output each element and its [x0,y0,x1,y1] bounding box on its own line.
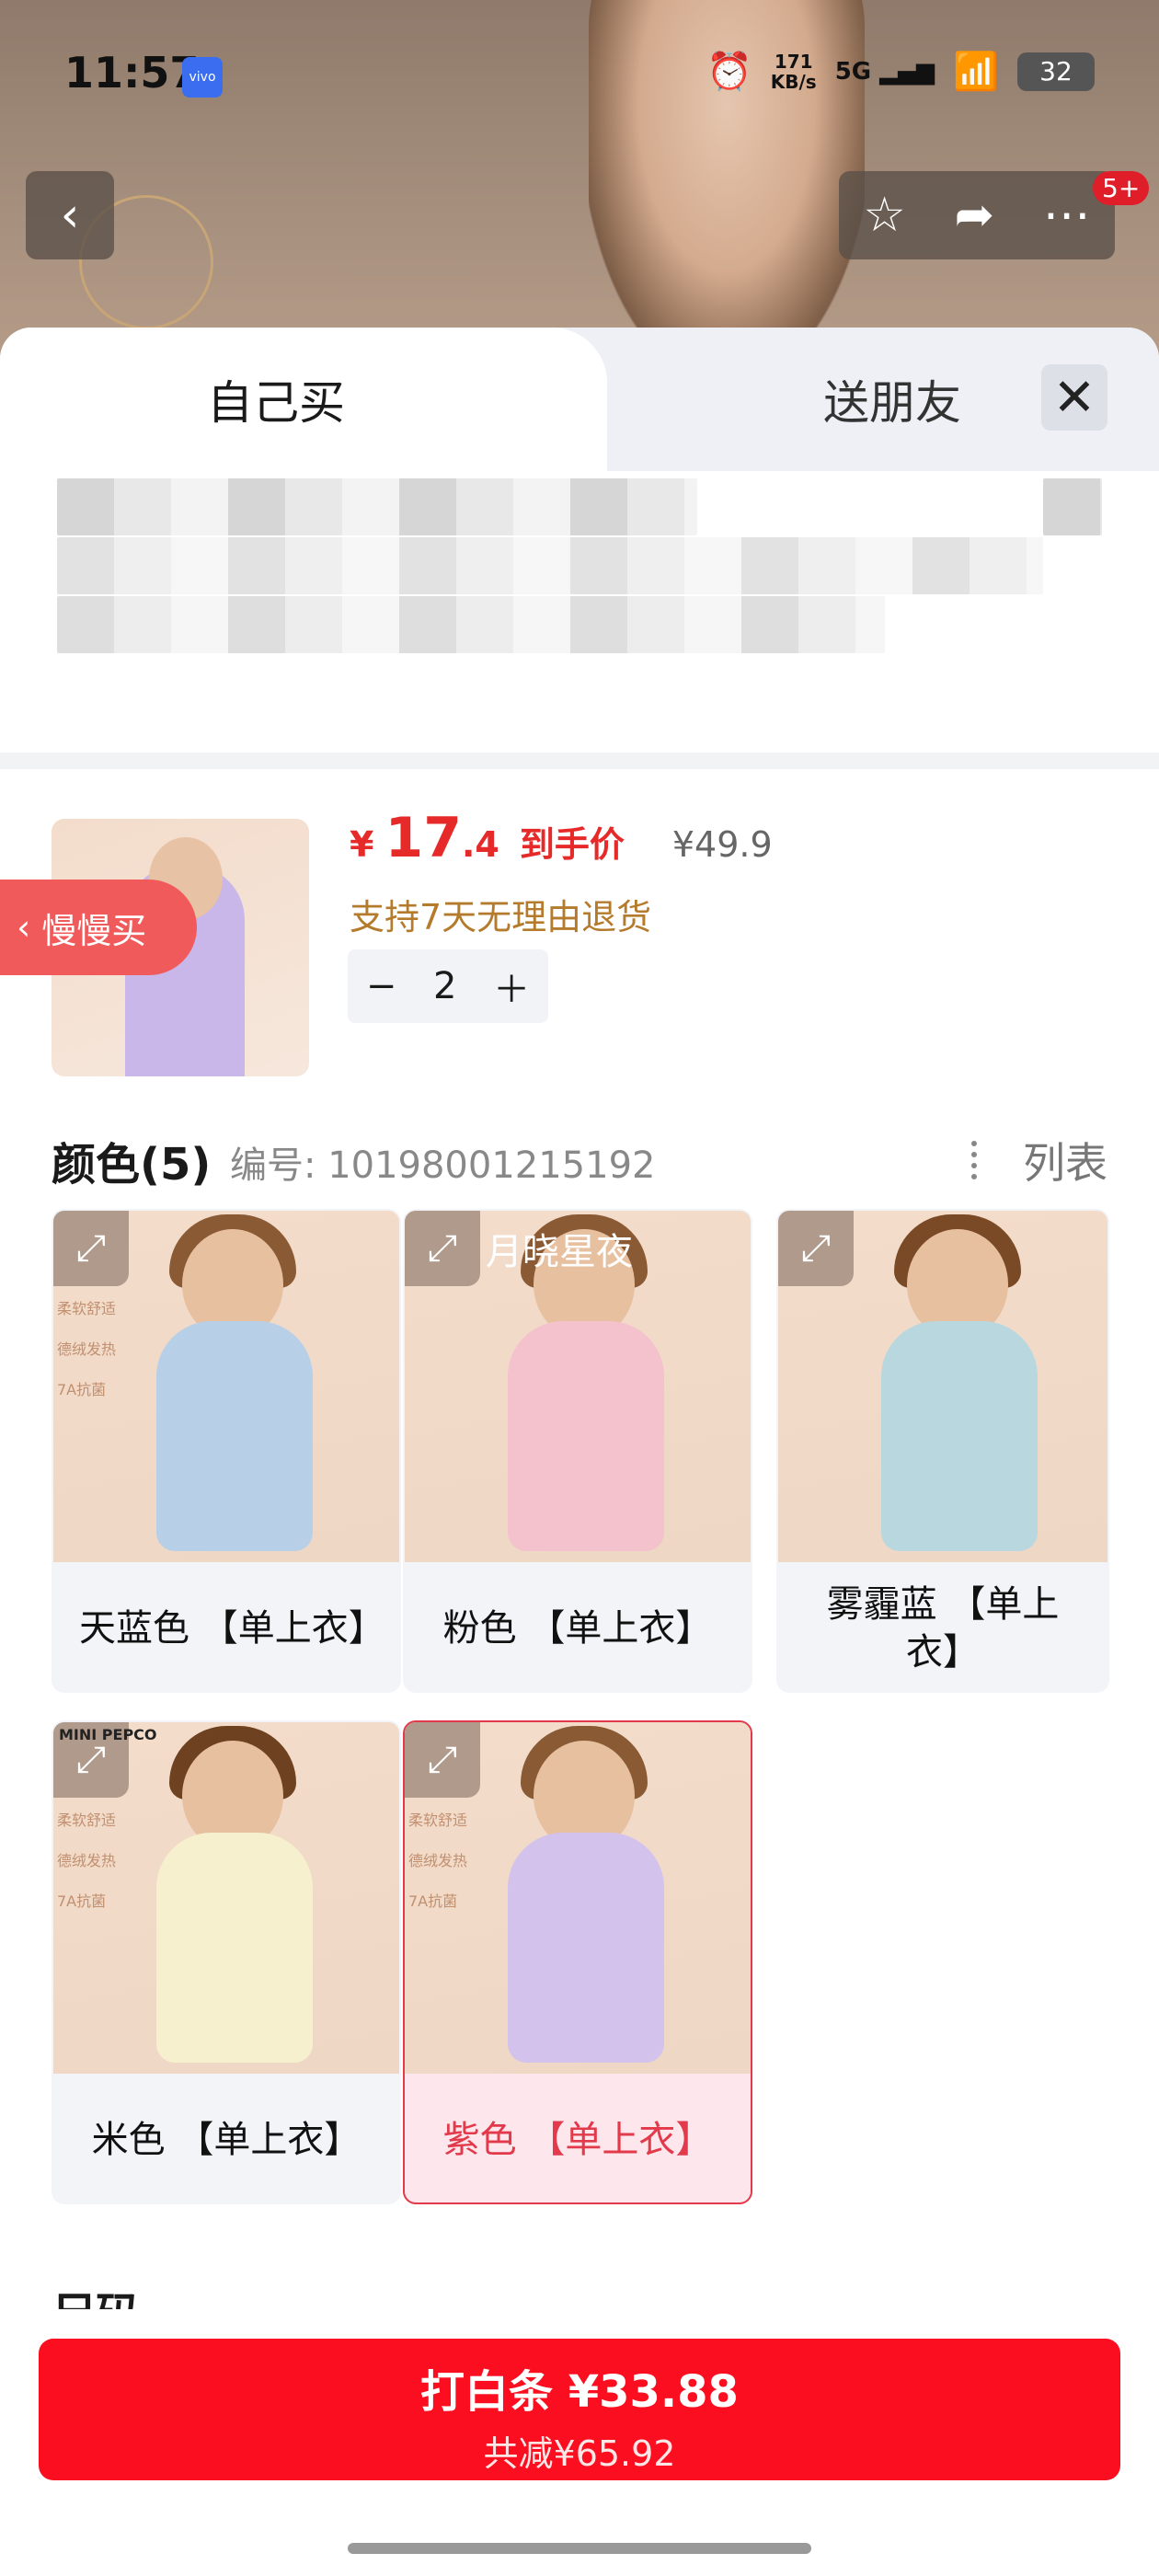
feature-badges: 柔软舒适 德绒发热 7A抗菌 [57,1811,116,1912]
color-option-sky-blue[interactable]: 柔软舒适 德绒发热 7A抗菌 ⤢ 天蓝色 【单上衣】 [52,1209,401,1693]
feature-badge: 德绒发热 [57,1340,117,1358]
share-icon[interactable]: ➦ [955,188,995,243]
feature-badges: 柔软舒适 德绒发热 7A抗菌 [57,1299,116,1400]
garment-swatch [508,1321,664,1551]
garment-swatch [881,1321,1038,1551]
pay-button-discount: 共减¥65.92 [483,2433,676,2474]
currency-symbol: ¥ [350,824,374,865]
color-option-label: 天蓝色 【单上衣】 [79,1607,385,1650]
list-toggle-label: 列表 [1023,1138,1107,1188]
color-option-image: 柔软舒适 德绒发热 7A抗菌 ⤢ [405,1722,751,2074]
color-option-image: 柔软舒适 德绒发热 7A抗菌 ⤢ [53,1211,399,1562]
color-option-purple[interactable]: 柔软舒适 德绒发热 7A抗菌 ⤢ 紫色 【单上衣】 [403,1720,752,2204]
quantity-value: 2 [433,965,457,1007]
tab-buy-for-self[interactable]: 自己买 [0,328,607,471]
final-price-integer: 17 [384,806,462,870]
list-view-toggle[interactable]: 列表 [971,1130,1107,1190]
blurred-text-line [57,478,697,535]
address-blurred[interactable] [0,471,1159,753]
color-option-image: ⤢ [778,1211,1107,1562]
image-overlay-text: 月晓星夜 [486,1231,633,1273]
color-option-beige[interactable]: ⤢ MINI PEPCO 柔软舒适 德绒发热 7A抗菌 米色 【单上衣】 [52,1720,401,2204]
wifi-icon: 📶 [953,51,999,93]
color-section-title: 颜色(5) [52,1139,212,1190]
chevron-left-icon: ‹ [60,188,80,243]
color-section-header: 颜色(5) 编号: 10198001215192 列表 [0,1110,1159,1202]
purchase-tabs: 自己买 送朋友 ✕ [0,328,1159,471]
original-price: ¥49.9 [671,824,773,865]
decrease-button[interactable]: − [366,965,397,1007]
quantity-stepper: − 2 ＋ [348,949,548,1023]
battery-indicator: 32 [1017,52,1095,91]
status-time: 11:57 [64,48,200,98]
feature-badge: 7A抗菌 [57,1381,107,1398]
color-option-image: ⤢ 月晓星夜 [405,1211,751,1562]
checkout-footer: 打白条 ¥33.88 共减¥65.92 [0,2309,1159,2576]
back-button[interactable]: ‹ [26,171,114,259]
feature-badge: 德绒发热 [408,1852,468,1869]
blurred-text-line [1043,478,1102,535]
slow-buy-label: 慢慢买 [41,910,147,951]
expand-icon[interactable]: ⤢ [53,1211,129,1286]
color-option-label: 紫色 【单上衣】 [442,2119,713,2161]
blurred-text-line [57,596,885,653]
home-indicator [348,2543,811,2554]
product-summary: ‹ 慢慢买 ¥ 17 .4 到手价 ¥49.9 支持7天无理由退货 − 2 ＋ [0,769,1159,1110]
feature-badge: 7A抗菌 [57,1892,107,1910]
white-bar-pay-button[interactable]: 打白条 ¥33.88 共减¥65.92 [39,2339,1120,2480]
garment-swatch [156,1321,313,1551]
color-option-image: ⤢ MINI PEPCO 柔软舒适 德绒发热 7A抗菌 [53,1722,399,2074]
close-icon: ✕ [1052,367,1096,428]
brand-mark: MINI PEPCO [59,1726,157,1743]
product-code: 编号: 10198001215192 [230,1144,656,1187]
list-icon [971,1141,1010,1179]
refund-policy: 支持7天无理由退货 [350,897,652,937]
more-icon[interactable]: ⋯ [1043,188,1091,243]
garment-swatch [156,1833,313,2063]
status-icons: ⏰ 171 KB/s 5G ▂▄▆ 📶 32 [706,50,1095,93]
garment-swatch [508,1833,664,2063]
pay-button-label: 打白条 ¥33.88 [420,2366,739,2418]
final-price-decimal: .4 [461,824,499,865]
signal-icon: 5G ▂▄▆ [834,57,935,86]
color-option-label: 雾霾蓝 【单上衣】 [826,1583,1060,1673]
feature-badge: 德绒发热 [57,1852,117,1869]
expand-icon[interactable]: ⤢ [405,1722,480,1798]
feature-badge: 柔软舒适 [408,1811,468,1829]
message-badge: 5+ [1093,171,1150,205]
close-button[interactable]: ✕ [1041,364,1107,431]
feature-badge: 柔软舒适 [57,1300,117,1317]
top-actions: ☆ ➦ ⋯ [839,171,1115,259]
increase-button[interactable]: ＋ [493,960,530,1013]
blurred-text-line [57,537,1043,594]
tab-gift-to-friend[interactable]: 送朋友 [754,328,1030,471]
status-bar: 11:57 vivo ⏰ 171 KB/s 5G ▂▄▆ 📶 32 [0,0,1159,156]
final-price-label: 到手价 [519,824,625,865]
star-icon[interactable]: ☆ [863,188,906,243]
color-option-pink[interactable]: ⤢ 月晓星夜 粉色 【单上衣】 [403,1209,752,1693]
section-divider [0,753,1159,769]
vivo-app-icon: vivo [182,57,223,98]
network-speed: 171 KB/s [770,50,817,93]
expand-icon[interactable]: ⤢ [778,1211,854,1286]
chevron-left-icon: ‹ [17,907,31,948]
alarm-icon: ⏰ [706,51,752,93]
slow-buy-tab[interactable]: ‹ 慢慢买 [0,880,197,975]
color-option-label: 米色 【单上衣】 [91,2119,361,2161]
feature-badge: 柔软舒适 [57,1811,117,1829]
feature-badge: 7A抗菌 [408,1892,458,1910]
color-option-haze-blue[interactable]: ⤢ 雾霾蓝 【单上衣】 [776,1209,1109,1693]
price-row: ¥ 17 .4 到手价 ¥49.9 [350,806,773,870]
expand-icon[interactable]: ⤢ [405,1211,480,1286]
color-option-label: 粉色 【单上衣】 [442,1607,713,1650]
feature-badges: 柔软舒适 德绒发热 7A抗菌 [408,1811,467,1912]
